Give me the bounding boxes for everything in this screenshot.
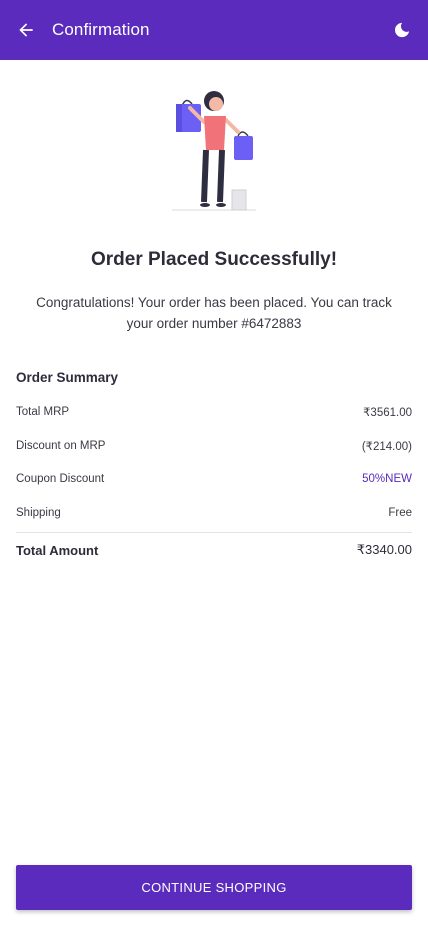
continue-shopping-button[interactable]: CONTINUE SHOPPING [16, 865, 412, 910]
summary-value: Free [388, 507, 412, 519]
summary-row-shipping: Shipping Free [16, 507, 412, 519]
page-title: Confirmation [52, 20, 150, 39]
summary-label: Total MRP [16, 406, 70, 418]
coupon-code-value: 50%NEW [362, 473, 412, 485]
summary-divider [16, 532, 412, 533]
total-amount-label: Total Amount [16, 542, 99, 558]
arrow-back-icon[interactable] [14, 18, 38, 42]
shopping-woman-illustration [166, 88, 262, 216]
summary-value: (₹214.00) [361, 441, 412, 453]
summary-row-discount-mrp: Discount on MRP (₹214.00) [16, 439, 412, 453]
summary-label: Shipping [16, 507, 61, 519]
summary-label: Coupon Discount [16, 473, 105, 485]
total-amount-value: ₹3340.00 [356, 542, 412, 557]
summary-row-total-amount: Total Amount ₹3340.00 [16, 542, 412, 558]
moon-icon[interactable] [390, 18, 414, 42]
summary-value: ₹3561.00 [363, 407, 412, 419]
order-success-heading: Order Placed Successfully! [90, 249, 338, 270]
summary-label: Discount on MRP [16, 440, 106, 452]
order-success-message: Congratulations! Your order has been pla… [36, 295, 392, 331]
app-bar: Confirmation [0, 0, 428, 60]
summary-row-total-mrp: Total MRP ₹3561.00 [16, 405, 412, 419]
summary-row-coupon-discount: Coupon Discount 50%NEW [16, 473, 412, 485]
order-summary: Order Summary Total MRP ₹3561.00 Discoun… [16, 370, 412, 558]
order-summary-heading: Order Summary [16, 370, 119, 385]
